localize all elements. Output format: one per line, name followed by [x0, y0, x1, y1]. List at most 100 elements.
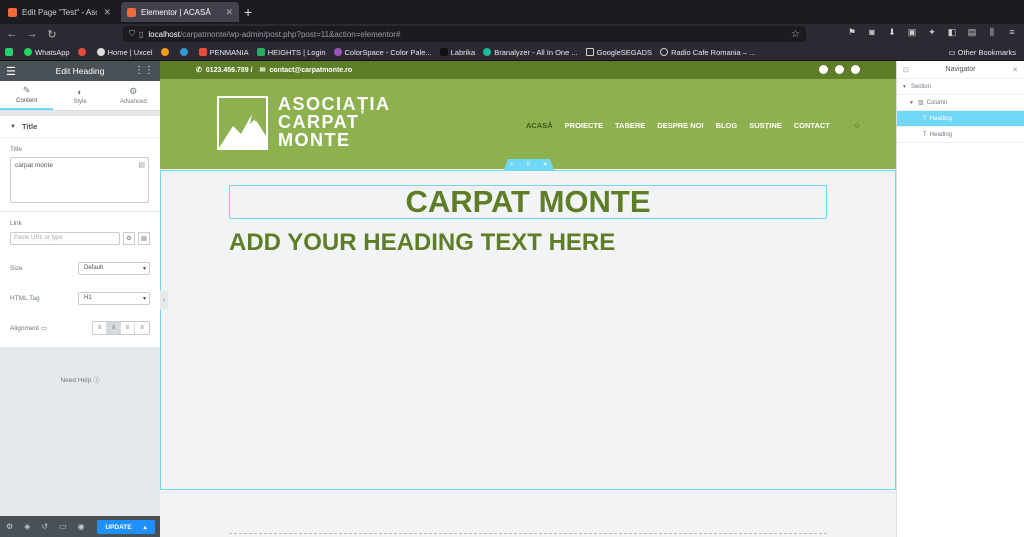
close-icon[interactable]: ✕ [1012, 66, 1018, 74]
bookmark-item[interactable] [5, 48, 16, 56]
bookmark-label: Labrika [450, 47, 476, 57]
reload-icon[interactable]: ↻ [42, 28, 62, 41]
add-icon[interactable]: + [510, 162, 514, 168]
preview-eye-icon[interactable]: ◉ [78, 522, 85, 531]
hamburger-menu-icon[interactable]: ☰ [6, 65, 16, 78]
browser-tab-edit-page[interactable]: Edit Page "Test" - Asociația C ✕ [2, 2, 117, 22]
bookmark-item[interactable] [160, 48, 172, 56]
caret-down-icon[interactable]: ▼ [909, 100, 914, 106]
settings-icon[interactable]: ⚙ [6, 522, 13, 531]
new-tab-button[interactable]: + [244, 4, 252, 20]
bookmarks-bar: WhatsApp Home | Uxcel PENMANIA HEIGHTS |… [0, 44, 1024, 61]
bookmark-radiocafe[interactable]: Radio Cafe Romania – ... [660, 48, 755, 57]
section-title-toggle[interactable]: ▼ Title [0, 116, 160, 138]
navigator-item-heading-selected[interactable]: T Heading [897, 111, 1024, 127]
close-icon[interactable]: ✕ [103, 7, 111, 18]
address-bar[interactable]: ⛉ ▯ localhost /carpatmonte/wp-admin/post… [123, 26, 806, 42]
menu-item-sustine[interactable]: SUSȚINE [749, 121, 782, 130]
dynamic-tags-icon[interactable]: ▤ [138, 231, 150, 245]
column-icon: ▥ [917, 100, 924, 106]
align-left-icon[interactable]: ≡ [93, 322, 107, 334]
bookmark-branalyzer[interactable]: Branalyzer - All In One ... [483, 48, 578, 57]
menu-item-proiecte[interactable]: PROIECTE [565, 121, 603, 130]
close-icon[interactable]: ✕ [543, 161, 548, 168]
bookmark-uxcel[interactable]: Home | Uxcel [96, 48, 153, 57]
bookmark-heights[interactable]: HEIGHTS | Login [256, 48, 326, 57]
menu-item-contact[interactable]: CONTACT [794, 121, 830, 130]
bookmark-penmania[interactable]: PENMANIA [198, 48, 249, 57]
instagram-icon[interactable] [835, 65, 844, 74]
link-input[interactable]: Paste URL or type [10, 231, 120, 245]
bookmark-colorspace[interactable]: ColorSpace - Color Pale... [333, 48, 432, 57]
library-icon[interactable]: ⫼ [986, 27, 998, 39]
navigator-item-heading[interactable]: T Heading [897, 127, 1024, 143]
size-select[interactable]: Default ▾ [78, 261, 150, 275]
html-tag-select[interactable]: H1 ▾ [78, 291, 150, 305]
need-help-link[interactable]: Need Help ⓘ [0, 374, 160, 384]
other-bookmarks-label: Other Bookmarks [957, 48, 1016, 57]
bookmark-item[interactable] [77, 48, 89, 56]
collapse-panel-icon[interactable]: ‹ [160, 291, 168, 309]
tab-content[interactable]: ✎ Content [0, 81, 54, 110]
align-justify-icon[interactable]: ≡ [135, 322, 149, 334]
heading-widget-selected[interactable]: CARPAT MONTE [229, 184, 827, 219]
close-icon[interactable]: ✕ [225, 7, 233, 18]
extension-icon[interactable]: ⚑ [846, 27, 858, 39]
menu-item-despre-noi[interactable]: DESPRE NOI [657, 121, 703, 130]
tab-advanced[interactable]: ⚙ Advanced [107, 81, 160, 110]
menu-item-tabere[interactable]: TABERE [615, 121, 645, 130]
bookmark-googlesegads[interactable]: GoogleSEGADS [585, 48, 652, 57]
back-arrow-icon[interactable]: ← [2, 28, 22, 40]
tab-style[interactable]: ◐ Style [53, 81, 106, 110]
dynamic-tags-icon[interactable]: ▤ [138, 161, 145, 169]
caret-down-icon[interactable]: ▼ [902, 84, 907, 90]
extension-icon[interactable]: ▣ [906, 27, 918, 39]
logo-mountain-icon[interactable] [217, 96, 268, 150]
align-center-icon[interactable]: ≡ [107, 322, 121, 334]
drag-icon[interactable]: ⠿ [526, 161, 530, 168]
page-icon: ▯ [139, 29, 144, 39]
extension-icon[interactable]: ◧ [946, 27, 958, 39]
responsive-icon[interactable]: ▭ [59, 522, 67, 531]
bookmark-star-icon[interactable]: ☆ [791, 29, 800, 40]
link-settings-icon[interactable]: ⚙ [123, 231, 135, 245]
link-label: Link [10, 220, 22, 227]
bookmark-label: Radio Cafe Romania – ... [671, 47, 756, 57]
forward-arrow-icon[interactable]: → [22, 28, 42, 40]
bookmark-whatsapp[interactable]: WhatsApp [24, 48, 70, 57]
navigator-item-column[interactable]: ▼ ▥ Column [897, 95, 1024, 111]
search-icon[interactable]: ○ [855, 120, 860, 130]
other-bookmarks[interactable]: ▭ Other Bookmarks [948, 48, 1016, 57]
tab-label: Style [73, 98, 87, 105]
history-icon[interactable]: ↺ [41, 522, 48, 531]
caret-up-icon[interactable]: ▴ [144, 524, 147, 531]
align-right-icon[interactable]: ≡ [121, 322, 135, 334]
update-button[interactable]: UPDATE ▴ [97, 520, 155, 534]
download-icon[interactable]: ⬇ [886, 27, 898, 39]
elementor-panel: ☰ Edit Heading ⋮⋮ ✎ Content ◐ Style ⚙ Advan… [0, 61, 160, 537]
menu-item-blog[interactable]: BLOG [716, 121, 738, 130]
link-row: Paste URL or type ⚙ ▤ [10, 227, 150, 249]
section-handle[interactable]: + ⠿ ✕ [504, 159, 554, 170]
youtube-icon[interactable] [851, 65, 860, 74]
bookmark-labrika[interactable]: Labrika [439, 47, 476, 57]
title-textarea[interactable]: carpat monte ▤ [10, 157, 149, 203]
logo-text[interactable]: ASOCIAȚIA CARPAT MONTE [278, 95, 391, 149]
menu-icon[interactable]: ≡ [1006, 27, 1018, 39]
navigator-item-section[interactable]: ▼ Section [897, 79, 1024, 95]
browser-tab-elementor[interactable]: Elementor | ACASĂ ✕ [121, 2, 239, 22]
heading-widget[interactable]: ADD YOUR HEADING TEXT HERE [229, 229, 615, 257]
dock-icon[interactable]: ⊡ [903, 66, 909, 74]
size-value: Default [84, 265, 104, 271]
email-icon: ✉ [259, 67, 266, 74]
extension-icon[interactable]: ✦ [926, 27, 938, 39]
pocket-icon[interactable]: ◙ [866, 27, 878, 39]
menu-item-acasa[interactable]: ACASĂ [526, 121, 553, 130]
add-section-area[interactable] [229, 533, 827, 534]
facebook-icon[interactable] [819, 65, 828, 74]
widgets-grid-icon[interactable]: ⋮⋮ [134, 65, 154, 76]
desktop-icon[interactable]: ▭ [41, 325, 47, 332]
navigator-icon[interactable]: ◈ [24, 522, 30, 531]
save-icon[interactable]: ▤ [966, 27, 978, 39]
bookmark-item[interactable] [179, 48, 191, 56]
